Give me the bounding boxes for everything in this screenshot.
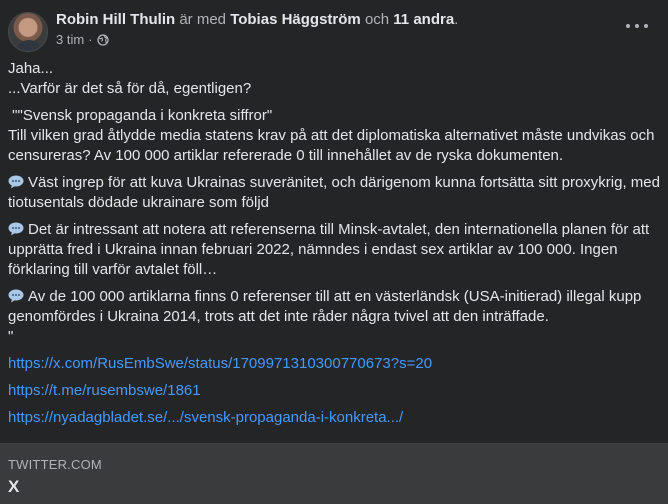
link-telegram[interactable]: https://t.me/rusembswe/1861 bbox=[8, 382, 201, 399]
with-text: är med bbox=[179, 11, 227, 28]
post-time[interactable]: 3 tim bbox=[56, 31, 84, 49]
text-line-2: ...Varför är det så för då, egentligen? bbox=[8, 80, 252, 97]
bullet-3: Av de 100 000 artiklarna finns 0 referen… bbox=[8, 287, 660, 327]
and-text: och bbox=[364, 11, 390, 28]
bullet-2-text: Det är intressant att notera att referen… bbox=[8, 221, 650, 278]
tagged-person[interactable]: Tobias Häggström bbox=[230, 11, 361, 28]
quote-title: ""Svensk propaganda i konkreta siffror" bbox=[8, 107, 273, 124]
bullet-2: Det är intressant att notera att referen… bbox=[8, 220, 660, 280]
globe-icon[interactable] bbox=[96, 34, 109, 46]
author-line: Robin Hill Thulin är med Tobias Häggströ… bbox=[56, 10, 458, 30]
post-body: Jaha... ...Varför är det så för då, egen… bbox=[8, 59, 660, 428]
speech-bubble-icon bbox=[8, 222, 24, 236]
author-name[interactable]: Robin Hill Thulin bbox=[56, 11, 175, 28]
link-preview-card[interactable]: TWITTER.COM X bbox=[0, 443, 668, 504]
period: . bbox=[454, 11, 459, 28]
bullet-3-text: Av de 100 000 artiklarna finns 0 referen… bbox=[8, 288, 642, 325]
meta-separator: · bbox=[88, 32, 93, 47]
post-header: Robin Hill Thulin är med Tobias Häggströ… bbox=[8, 10, 660, 54]
post-meta: 3 tim · bbox=[56, 31, 109, 49]
text-line-1: Jaha... bbox=[8, 60, 54, 77]
paragraph-1: Till vilken grad åtlydde media statens k… bbox=[8, 127, 655, 164]
closing-quote: " bbox=[8, 328, 14, 345]
link-x-status[interactable]: https://x.com/RusEmbSwe/status/170997131… bbox=[8, 355, 432, 372]
link-nyadagbladet[interactable]: https://nyadagbladet.se/.../svensk-propa… bbox=[8, 409, 403, 426]
speech-bubble-icon bbox=[8, 289, 24, 303]
preview-domain: TWITTER.COM bbox=[8, 457, 102, 472]
speech-bubble-icon bbox=[8, 175, 24, 189]
bullet-1-text: Väst ingrep för att kuva Ukrainas suverä… bbox=[8, 174, 660, 211]
preview-title: X bbox=[8, 477, 20, 496]
bullet-1: Väst ingrep för att kuva Ukrainas suverä… bbox=[8, 173, 660, 213]
tagged-others[interactable]: 11 andra bbox=[393, 11, 454, 28]
author-avatar[interactable] bbox=[8, 12, 48, 52]
more-options-icon[interactable] bbox=[626, 16, 648, 36]
